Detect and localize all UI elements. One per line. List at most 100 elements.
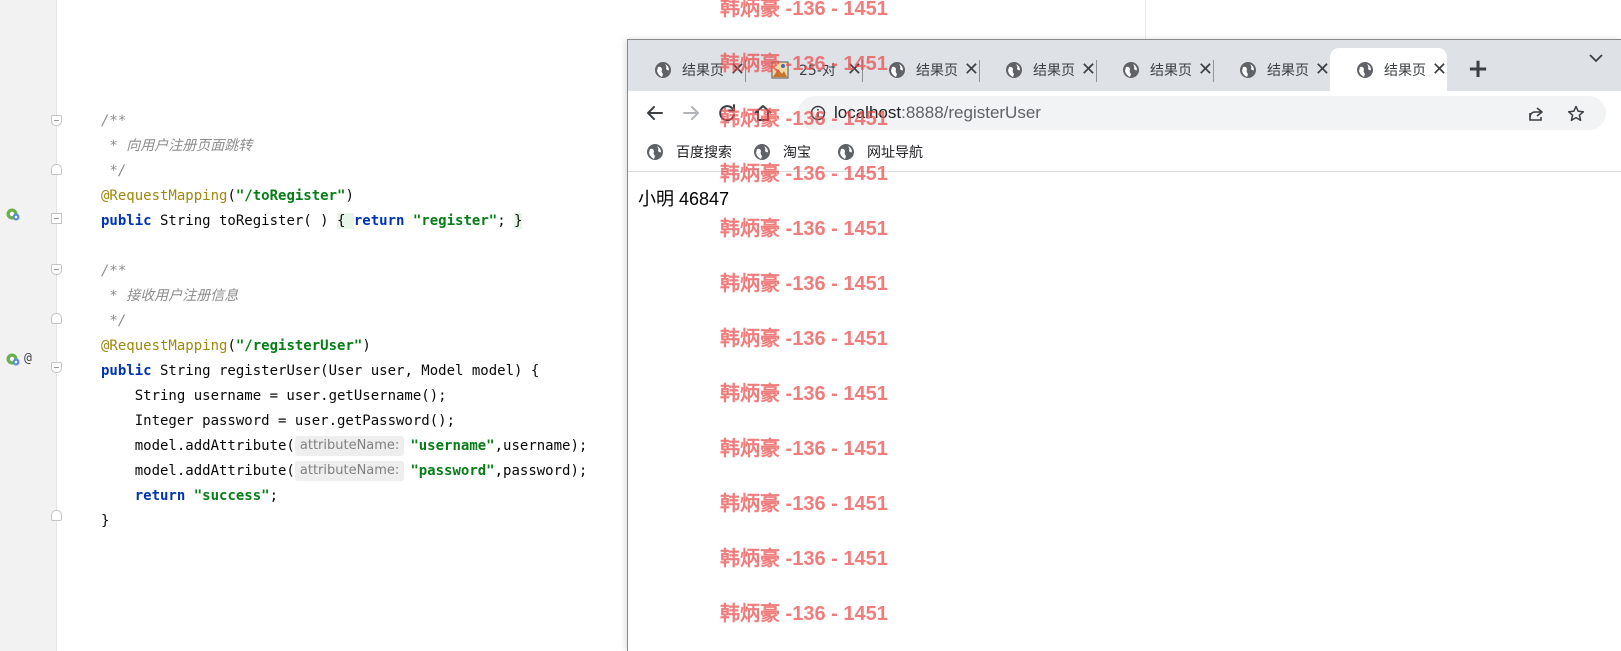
fold-marker[interactable] xyxy=(51,362,62,373)
bookmark-label: 网址导航 xyxy=(867,145,923,161)
url-text[interactable]: localhost:8888/registerUser xyxy=(834,96,1041,130)
code-line[interactable]: /** xyxy=(101,109,587,134)
globe-icon xyxy=(647,144,663,160)
tab-search-chevron-icon[interactable] xyxy=(1588,50,1604,70)
code-token: ; xyxy=(269,488,279,504)
home-icon[interactable] xyxy=(750,100,776,126)
address-bar[interactable]: localhost:8888/registerUser xyxy=(798,96,1606,130)
browser-tab[interactable]: 25-对 ✕ xyxy=(745,48,862,91)
back-arrow-icon[interactable] xyxy=(642,100,668,126)
code-line[interactable]: * 接收用户注册信息 xyxy=(101,284,587,309)
tab-close-icon[interactable]: ✕ xyxy=(1081,60,1096,79)
page-content: 小明 46847 xyxy=(628,173,1621,651)
browser-tab[interactable]: 结果页 ✕ xyxy=(1213,48,1330,91)
code-line[interactable]: */ xyxy=(101,159,587,184)
forward-arrow-icon[interactable] xyxy=(678,100,704,126)
tab-separator xyxy=(862,60,863,82)
tab-close-icon[interactable]: ✕ xyxy=(964,60,979,79)
tab-close-icon[interactable]: ✕ xyxy=(1198,60,1213,79)
tab-separator xyxy=(979,60,980,82)
tab-separator xyxy=(1096,60,1097,82)
fold-marker[interactable] xyxy=(51,115,62,126)
browser-tab[interactable]: 结果页 ✕ xyxy=(1096,48,1213,91)
code-token: "/toRegister" xyxy=(235,188,346,204)
fold-marker[interactable] xyxy=(51,213,62,224)
fold-marker[interactable] xyxy=(51,164,62,175)
code-token: String registerUser(User user, Model mod… xyxy=(151,363,540,379)
browser-window: + 结果页 ✕ 25-对 ✕ 结果页 ✕ 结果页 ✕ 结果页 ✕ 结果页 ✕ 结果页 ✕ localhos… xyxy=(627,39,1621,651)
globe-icon xyxy=(1123,61,1139,78)
tab-title: 结果页 xyxy=(682,62,724,79)
editor-right-margin xyxy=(1145,0,1146,39)
code-line[interactable]: model.addAttribute(attributeName: "passwo… xyxy=(101,459,587,484)
tab-separator xyxy=(745,60,746,82)
code-line[interactable]: public String registerUser(User user, Mo… xyxy=(101,359,587,384)
code-token: } xyxy=(514,213,523,229)
fold-marker[interactable] xyxy=(51,313,62,324)
bookmark-item[interactable]: 百度搜索 xyxy=(646,142,732,162)
code-line[interactable]: * 向用户注册页面跳转 xyxy=(101,134,587,159)
globe-icon xyxy=(655,61,671,78)
spring-mapping-icon[interactable] xyxy=(6,352,20,366)
code-line[interactable]: @RequestMapping("/toRegister") xyxy=(101,184,587,209)
bookmark-item[interactable]: 网址导航 xyxy=(837,142,923,162)
code-token: "username" xyxy=(410,438,495,454)
code-token: /** xyxy=(101,113,127,129)
code-line[interactable]: @RequestMapping("/registerUser") xyxy=(101,334,587,359)
code-line[interactable]: } xyxy=(101,509,587,534)
tab-close-icon[interactable]: ✕ xyxy=(847,60,862,79)
bookmarks-bar: 百度搜索 淘宝 网址导航 xyxy=(628,134,1621,172)
globe-icon xyxy=(1006,61,1022,78)
code-token: { xyxy=(337,213,354,229)
fold-marker[interactable] xyxy=(51,264,62,275)
code-line[interactable]: public String toRegister( ) { return "re… xyxy=(101,209,587,234)
code-token: public xyxy=(101,213,152,229)
browser-tab[interactable]: 结果页 ✕ xyxy=(862,48,979,91)
code-line[interactable]: return "success"; xyxy=(101,484,587,509)
site-info-icon[interactable] xyxy=(810,105,826,121)
tab-active[interactable]: 结果页 ✕ xyxy=(1330,48,1447,91)
tab-title: 结果页 xyxy=(1150,62,1192,79)
code-area[interactable]: /** * 向用户注册页面跳转 */ @RequestMapping("/toRe… xyxy=(101,109,587,534)
bookmark-label: 淘宝 xyxy=(783,145,811,161)
fold-marker[interactable] xyxy=(51,510,62,521)
bookmark-star-icon[interactable] xyxy=(1566,104,1586,124)
code-token: public xyxy=(101,363,152,379)
share-icon[interactable] xyxy=(1526,104,1546,124)
tab-close-icon[interactable]: ✕ xyxy=(730,60,745,79)
browser-tab[interactable]: 结果页 ✕ xyxy=(628,48,745,91)
globe-icon xyxy=(1357,61,1373,78)
code-token: * 接收用户注册信息 xyxy=(101,288,239,304)
new-tab-button[interactable]: + xyxy=(1464,56,1492,84)
tab-close-icon[interactable]: ✕ xyxy=(1432,60,1447,79)
code-token: model.addAttribute( xyxy=(101,463,295,479)
code-token: @RequestMapping xyxy=(101,338,228,354)
bookmark-item[interactable]: 淘宝 xyxy=(753,142,811,162)
code-token: ,password); xyxy=(494,463,588,479)
code-line[interactable]: Integer password = user.getPassword(); xyxy=(101,409,587,434)
code-token: "/registerUser" xyxy=(235,338,363,354)
reload-icon[interactable] xyxy=(714,100,740,126)
code-token: @RequestMapping xyxy=(101,188,228,204)
code-token: */ xyxy=(101,163,127,179)
code-line[interactable] xyxy=(101,234,587,259)
page-output-text: 小明 46847 xyxy=(638,189,730,209)
browser-tab[interactable]: 结果页 ✕ xyxy=(979,48,1096,91)
code-line[interactable]: /** xyxy=(101,259,587,284)
code-token: } xyxy=(101,513,110,529)
code-line[interactable]: String username = user.getUsername(); xyxy=(101,384,587,409)
url-path: :8888/registerUser xyxy=(901,103,1041,122)
code-token: ) xyxy=(345,188,354,204)
code-line[interactable]: */ xyxy=(101,309,587,334)
spring-mapping-icon[interactable] xyxy=(6,207,20,221)
globe-icon xyxy=(889,61,905,78)
code-token: return xyxy=(134,488,186,504)
parameter-hint: attributeName: xyxy=(294,461,405,481)
tab-close-icon[interactable]: ✕ xyxy=(1315,60,1330,79)
code-line[interactable]: model.addAttribute(attributeName: "userna… xyxy=(101,434,587,459)
code-token: * 向用户注册页面跳转 xyxy=(101,138,253,154)
autowired-at-icon[interactable]: @ xyxy=(24,351,32,366)
tab-strip: + 结果页 ✕ 25-对 ✕ 结果页 ✕ 结果页 ✕ 结果页 ✕ 结果页 ✕ 结果页 ✕ xyxy=(628,40,1621,91)
code-token: String username = user.getUsername(); xyxy=(101,388,447,404)
